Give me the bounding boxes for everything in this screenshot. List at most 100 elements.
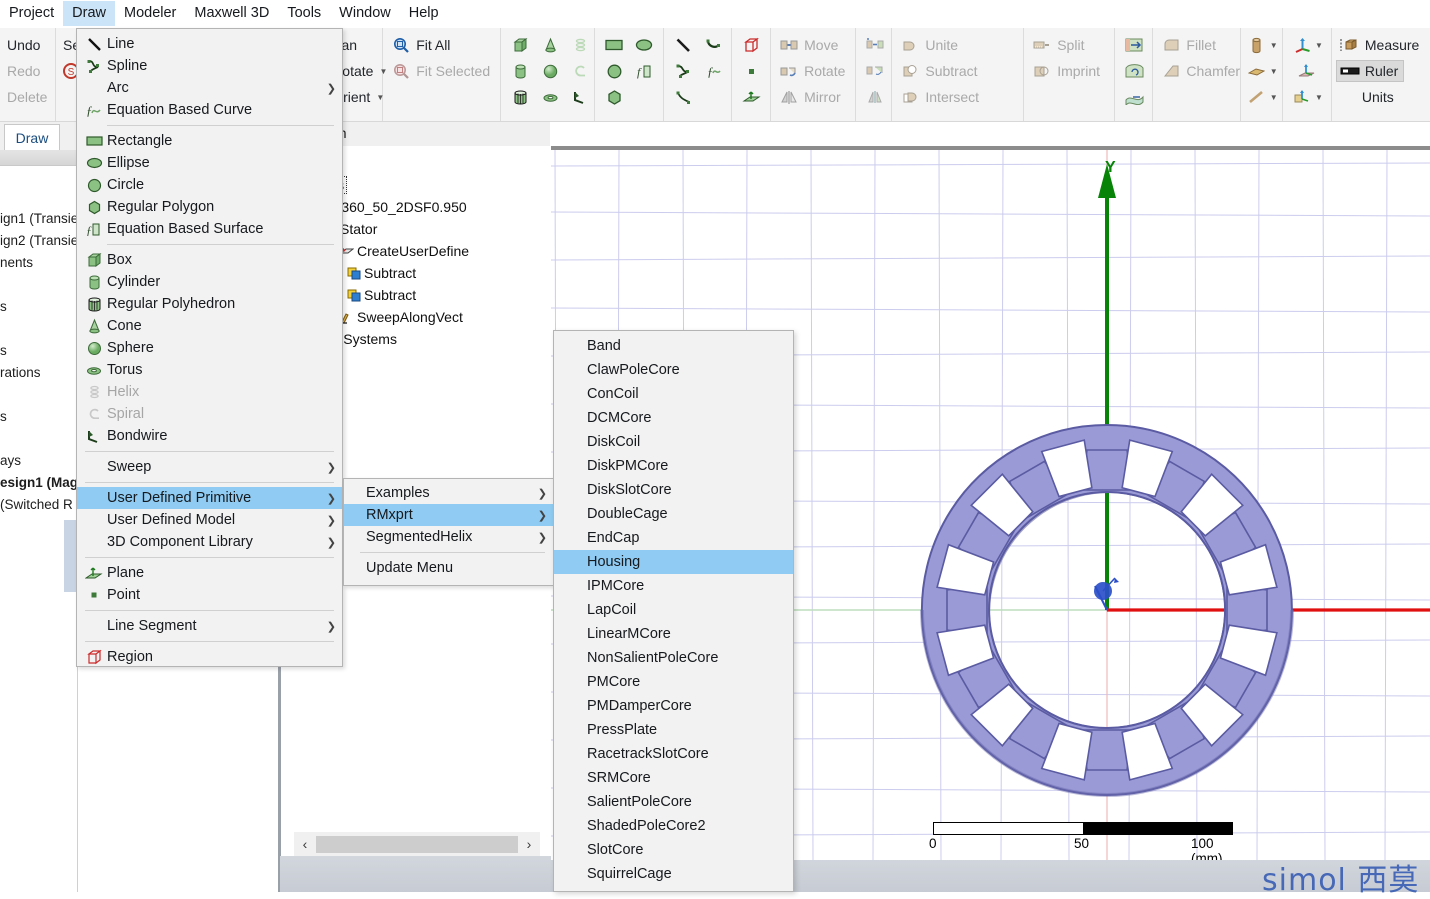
chevron-down-icon[interactable]: ▼ — [1270, 93, 1278, 102]
menu-item-help[interactable]: Help — [400, 1, 448, 26]
menu-item-line-segment[interactable]: Line Segment ❯ — [77, 615, 342, 637]
model-tree-hscrollbar[interactable]: ‹ › — [294, 832, 540, 856]
rmxprt-item-dcmcore[interactable]: DCMCore — [554, 406, 793, 430]
menu-item-cone[interactable]: Cone — [77, 315, 342, 337]
intersect-button[interactable]: Intersect — [896, 86, 985, 108]
box-icon[interactable] — [509, 35, 531, 55]
rmxprt-item-pressplate[interactable]: PressPlate — [554, 718, 793, 742]
rmxprt-item-concoil[interactable]: ConCoil — [554, 382, 793, 406]
project-tree-row[interactable]: s — [0, 406, 78, 428]
menu-item-torus[interactable]: Torus — [77, 359, 342, 381]
project-tree-row[interactable]: ign2 (Transie — [0, 230, 78, 252]
point-icon[interactable] — [740, 61, 762, 81]
ruler-button[interactable]: Ruler — [1335, 60, 1405, 82]
user-defined-primitive-submenu[interactable]: Examples ❯ RMxprt ❯ SegmentedHelix ❯ Upd… — [343, 478, 554, 586]
circle-icon[interactable] — [603, 61, 625, 81]
project-tree[interactable]: ign1 (Transie ign2 (Transie nents s s ra… — [0, 168, 78, 868]
rmxprt-item-diskpmcore[interactable]: DiskPMCore — [554, 454, 793, 478]
project-tree-row[interactable]: s — [0, 296, 78, 318]
chevron-down-icon[interactable]: ▼ — [1270, 41, 1278, 50]
project-tree-row[interactable]: ign1 (Transie — [0, 208, 78, 230]
menu-item-3d-component-library[interactable]: 3D Component Library ❯ — [77, 531, 342, 553]
sweep-along-vector-icon[interactable] — [1123, 35, 1145, 55]
rmxprt-item-salientpolecore[interactable]: SalientPoleCore — [554, 790, 793, 814]
rmxprt-item-slotcore[interactable]: SlotCore — [554, 838, 793, 862]
menu-item-sweep[interactable]: Sweep ❯ — [77, 456, 342, 478]
rmxprt-item-racetrackslotcore[interactable]: RacetrackSlotCore — [554, 742, 793, 766]
mirror-button[interactable]: Mirror — [775, 86, 847, 108]
regular-polygon-icon[interactable] — [603, 87, 625, 107]
cone-icon[interactable] — [539, 35, 561, 55]
rmxprt-item-diskslotcore[interactable]: DiskSlotCore — [554, 478, 793, 502]
menu-item-helix[interactable]: Helix — [77, 381, 342, 403]
chevron-down-icon[interactable]: ▼ — [1270, 67, 1278, 76]
fit-all-button[interactable]: Fit All — [387, 34, 456, 56]
fillet-button[interactable]: Fillet — [1157, 34, 1222, 56]
arc-icon[interactable] — [702, 35, 724, 55]
imprint-button[interactable]: Imprint — [1028, 60, 1106, 82]
rmxprt-item-pmdampercore[interactable]: PMDamperCore — [554, 694, 793, 718]
menu-item-spline[interactable]: Spline — [77, 55, 342, 77]
helix-icon[interactable] — [569, 35, 591, 55]
draw-dropdown-menu[interactable]: Line Spline Arc ❯ ƒ Equation Based Curve… — [76, 28, 343, 667]
submenu-item-rmxprt[interactable]: RMxprt ❯ — [344, 504, 553, 526]
sweep-around-axis-icon[interactable] — [1123, 61, 1145, 81]
rmxprt-item-srmcore[interactable]: SRMCore — [554, 766, 793, 790]
cylinder-icon[interactable] — [509, 61, 531, 81]
region-icon[interactable] — [740, 35, 762, 55]
scroll-right-icon[interactable]: › — [518, 836, 540, 852]
menu-item-arc[interactable]: Arc ❯ — [77, 77, 342, 99]
submenu-item-segmentedhelix[interactable]: SegmentedHelix ❯ — [344, 526, 553, 548]
tab-draw[interactable]: Draw — [4, 124, 60, 150]
menu-item-box[interactable]: Box — [77, 249, 342, 271]
menu-item-rectangle[interactable]: Rectangle — [77, 130, 342, 152]
units-button[interactable]: Units — [1336, 88, 1400, 106]
project-tree-row[interactable] — [0, 274, 78, 296]
menu-item-plane[interactable]: Plane — [77, 562, 342, 584]
menu-item-point[interactable]: Point — [77, 584, 342, 606]
menu-item-tools[interactable]: Tools — [278, 1, 330, 26]
submenu-item-update-menu[interactable]: Update Menu — [344, 557, 553, 579]
bondwire-icon[interactable] — [569, 87, 591, 107]
rmxprt-submenu[interactable]: Band ClawPoleCore ConCoil DCMCore DiskCo… — [553, 330, 794, 892]
unite-button[interactable]: Unite — [896, 34, 964, 56]
submenu-item-examples[interactable]: Examples ❯ — [344, 482, 553, 504]
project-tree-row-active-design[interactable]: esign1 (Mag — [0, 472, 78, 494]
scroll-left-icon[interactable]: ‹ — [294, 836, 316, 852]
menu-item-equation-based-surface[interactable]: ƒ Equation Based Surface — [77, 218, 342, 240]
rmxprt-item-ipmcore[interactable]: IPMCore — [554, 574, 793, 598]
equation-based-curve-icon[interactable]: ƒ — [702, 61, 724, 81]
rmxprt-item-doublecage[interactable]: DoubleCage — [554, 502, 793, 526]
plane-icon[interactable] — [740, 87, 762, 107]
rmxprt-item-pmcore[interactable]: PMCore — [554, 670, 793, 694]
menu-item-cylinder[interactable]: Cylinder — [77, 271, 342, 293]
spline-icon[interactable] — [672, 61, 694, 81]
sphere-icon[interactable] — [539, 61, 561, 81]
project-tree-row[interactable]: nents — [0, 252, 78, 274]
menu-item-line[interactable]: Line — [77, 33, 342, 55]
project-tree-row[interactable]: (Switched R — [0, 494, 78, 516]
ellipse-icon[interactable] — [633, 35, 655, 55]
rmxprt-item-band[interactable]: Band — [554, 334, 793, 358]
spiral-icon[interactable] — [569, 61, 591, 81]
duplicate-mirror-icon[interactable] — [864, 87, 886, 107]
chamfer-button[interactable]: Chamfer — [1157, 60, 1246, 82]
project-tree-row[interactable] — [0, 384, 78, 406]
project-tree-row[interactable]: rations — [0, 362, 78, 384]
undo-button[interactable]: Undo — [4, 36, 46, 54]
material-sheet-icon[interactable] — [1246, 61, 1268, 81]
rotate-object-button[interactable]: Rotate — [775, 60, 851, 82]
menu-item-modeler[interactable]: Modeler — [115, 1, 185, 26]
relative-cs-icon[interactable] — [1296, 61, 1318, 81]
menu-item-regular-polygon[interactable]: Regular Polygon — [77, 196, 342, 218]
duplicate-around-axis-icon[interactable] — [864, 61, 886, 81]
menu-item-maxwell-3d[interactable]: Maxwell 3D — [185, 1, 278, 26]
rmxprt-item-endcap[interactable]: EndCap — [554, 526, 793, 550]
menu-item-spiral[interactable]: Spiral — [77, 403, 342, 425]
material-cylinder-icon[interactable] — [1246, 35, 1268, 55]
rmxprt-item-lapcoil[interactable]: LapCoil — [554, 598, 793, 622]
rmxprt-item-linearmcore[interactable]: LinearMCore — [554, 622, 793, 646]
rmxprt-item-nonsalientpolecore[interactable]: NonSalientPoleCore — [554, 646, 793, 670]
menu-item-circle[interactable]: Circle — [77, 174, 342, 196]
fit-selected-button[interactable]: Fit Selected — [387, 60, 496, 82]
